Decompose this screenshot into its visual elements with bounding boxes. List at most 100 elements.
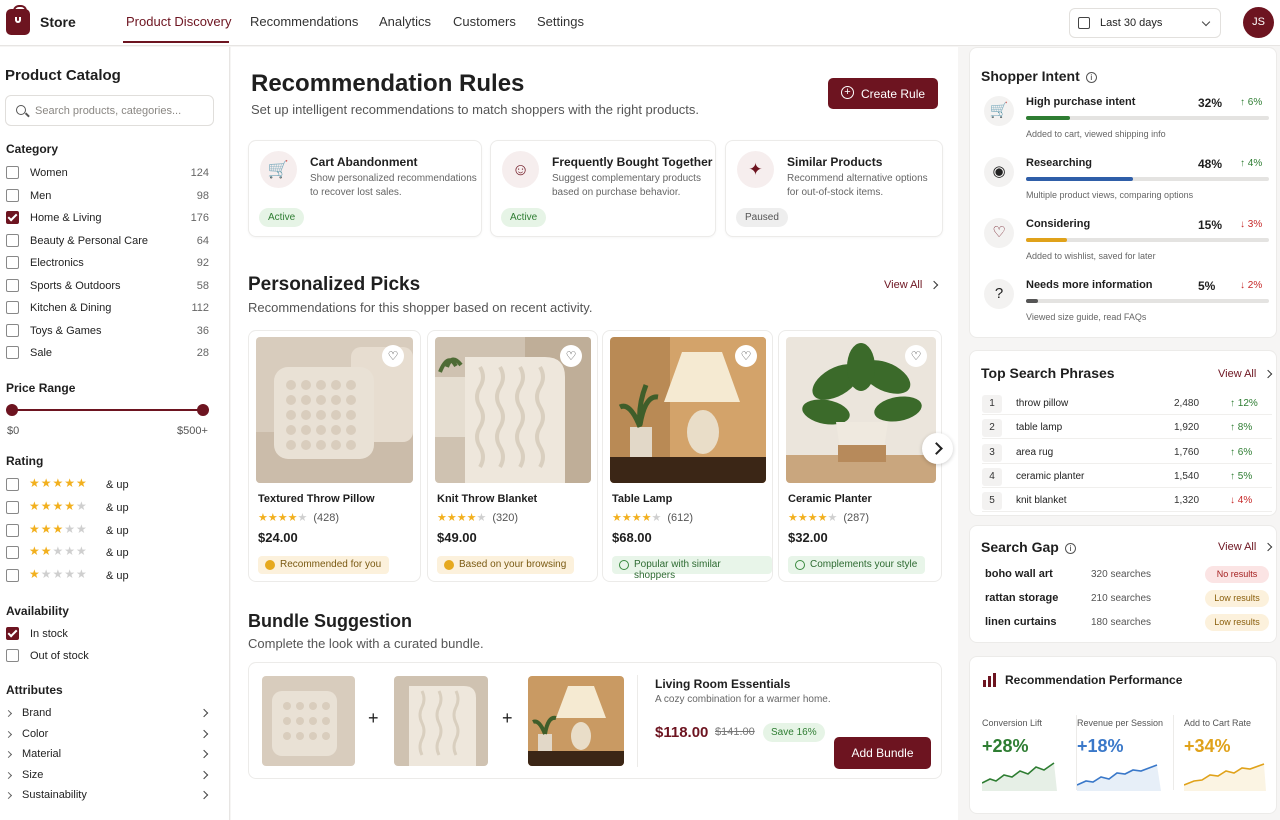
product-price: $68.00 xyxy=(612,530,652,545)
gap-query[interactable]: linen curtains xyxy=(985,616,1057,628)
bundle-item-blanket[interactable] xyxy=(394,676,488,766)
view-all-gaps-link[interactable]: View All xyxy=(1218,541,1271,553)
expand-icon xyxy=(4,750,13,759)
nav-product-discovery[interactable]: Product Discovery xyxy=(126,14,231,29)
rule-card-cart-abandonment[interactable]: 🛒 Cart Abandonment Show personalized rec… xyxy=(248,140,482,237)
wishlist-heart-icon[interactable]: ♡ xyxy=(905,345,927,367)
metric-label: Revenue per Session xyxy=(1077,718,1164,728)
search-phrase-row[interactable]: 1 throw pillow 2,480 ↑ 12% xyxy=(982,393,1272,415)
chevron-right-icon[interactable] xyxy=(199,749,209,759)
rating-checkbox-4[interactable] xyxy=(6,500,19,514)
attribute-color[interactable]: Color xyxy=(22,728,48,740)
category-checkbox-sports-outdoors[interactable] xyxy=(6,278,19,292)
expand-icon xyxy=(4,730,13,738)
info-icon[interactable]: i xyxy=(1064,543,1076,554)
attribute-material[interactable]: Material xyxy=(22,748,61,760)
price-slider-track[interactable] xyxy=(11,409,203,411)
intent-label: Needs more information xyxy=(1026,279,1153,291)
attribute-sustainability[interactable]: Sustainability xyxy=(22,789,87,801)
nav-customers[interactable]: Customers xyxy=(453,14,516,29)
category-checkbox-beauty-personal-care[interactable] xyxy=(6,233,19,247)
search-phrase-row[interactable]: 5 knit blanket 1,320 ↓ 4% xyxy=(982,490,1272,513)
category-checkbox-electronics[interactable] xyxy=(6,256,19,269)
search-phrase-row[interactable]: 4 ceramic planter 1,540 ↑ 5% xyxy=(982,466,1272,488)
view-all-searches-link[interactable]: View All xyxy=(1218,368,1271,380)
bundle-item-lamp[interactable] xyxy=(528,676,624,766)
category-checkbox-sale[interactable] xyxy=(6,346,19,359)
product-name[interactable]: Textured Throw Pillow xyxy=(258,493,375,505)
bundle-item-pillow[interactable] xyxy=(262,676,355,766)
rating-checkbox-1[interactable] xyxy=(6,569,19,583)
brand-name[interactable]: Store xyxy=(40,14,76,30)
bundle-divider xyxy=(637,675,638,767)
rating-checkbox-5[interactable] xyxy=(6,478,19,491)
product-card-table-lamp[interactable]: ♡ Table Lamp ★★★★★ (612) $68.00 Popular w… xyxy=(602,330,773,582)
product-name[interactable]: Knit Throw Blanket xyxy=(437,493,537,505)
product-card-ceramic-planter[interactable]: ♡ Ceramic Planter ★★★★★ (287) $32.00 Comp… xyxy=(778,330,942,582)
product-image-planter[interactable]: ♡ xyxy=(786,337,936,483)
product-image-lamp[interactable]: ♡ xyxy=(610,337,766,483)
wishlist-heart-icon[interactable]: ♡ xyxy=(560,345,582,367)
availability-checkbox-in-stock[interactable] xyxy=(6,627,19,640)
rating-suffix: & up xyxy=(106,501,129,514)
gap-query[interactable]: boho wall art xyxy=(985,568,1053,580)
recommendation-tag: Complements your style xyxy=(788,556,926,574)
category-label-toys-games: Toys & Games xyxy=(30,324,102,337)
availability-checkbox-out-of-stock[interactable] xyxy=(6,649,19,662)
product-card-throw-pillow[interactable]: ♡ Textured Throw Pillow ★★★★★ (428) $24.0… xyxy=(248,330,421,582)
wishlist-heart-icon[interactable]: ♡ xyxy=(735,345,757,367)
rule-card-frequently-bought-together[interactable]: ☺ Frequently Bought Together Suggest com… xyxy=(490,140,716,237)
rating-checkbox-3[interactable] xyxy=(6,523,19,537)
chevron-right-icon[interactable] xyxy=(199,790,209,800)
date-range-value: Last 30 days xyxy=(1100,17,1163,29)
view-all-picks-link[interactable]: View All xyxy=(884,279,937,291)
product-name[interactable]: Table Lamp xyxy=(612,493,672,505)
personalized-picks-subtitle: Recommendations for this shopper based o… xyxy=(248,300,593,315)
review-count: (612) xyxy=(667,512,694,524)
category-checkbox-men[interactable] xyxy=(6,188,19,202)
category-checkbox-home-living[interactable] xyxy=(6,211,19,224)
plus-icon: + xyxy=(502,708,513,728)
product-name[interactable]: Ceramic Planter xyxy=(788,493,872,505)
search-phrase-row[interactable]: 2 table lamp 1,920 ↑ 8% xyxy=(982,417,1272,440)
price-slider-max-handle[interactable] xyxy=(197,404,209,416)
intent-progress-fill xyxy=(1026,238,1068,242)
category-count: 112 xyxy=(191,302,209,314)
search-count: 1,760 xyxy=(1174,446,1200,458)
category-label-beauty-personal-care: Beauty & Personal Care xyxy=(30,234,149,247)
info-icon[interactable]: i xyxy=(1085,72,1097,83)
carousel-next-button[interactable] xyxy=(922,433,953,464)
intent-delta: ↑ 6% xyxy=(1240,97,1263,108)
create-rule-button[interactable]: + Create Rule xyxy=(828,78,938,109)
product-image-pillow[interactable]: ♡ xyxy=(256,337,413,483)
price-slider-min-handle[interactable] xyxy=(6,404,18,416)
chevron-right-icon[interactable] xyxy=(199,729,209,738)
attribute-brand[interactable]: Brand xyxy=(22,707,51,719)
product-image-blanket[interactable]: ♡ xyxy=(435,337,591,483)
category-label-kitchen-dining: Kitchen & Dining xyxy=(30,302,112,314)
category-checkbox-women[interactable] xyxy=(6,166,19,179)
add-bundle-button[interactable]: Add Bundle xyxy=(834,737,931,769)
avatar[interactable]: JS xyxy=(1243,7,1274,38)
store-logo[interactable] xyxy=(6,5,30,35)
wishlist-heart-icon[interactable]: ♡ xyxy=(382,345,404,367)
search-phrase-row[interactable]: 3 area rug 1,760 ↑ 6% xyxy=(982,442,1272,464)
chevron-right-icon[interactable] xyxy=(199,770,209,779)
nav-settings[interactable]: Settings xyxy=(537,14,584,29)
search-input[interactable]: Search products, categories... xyxy=(5,95,214,126)
category-checkbox-toys-games[interactable] xyxy=(6,323,19,337)
search-delta: ↑ 5% xyxy=(1230,470,1253,482)
eye-icon: ◉ xyxy=(984,157,1014,187)
nav-analytics[interactable]: Analytics xyxy=(379,14,431,29)
price-min-label: $0 xyxy=(7,425,20,437)
rule-card-similar-products[interactable]: ✦ Similar Products Recommend alternative… xyxy=(725,140,943,237)
product-card-knit-blanket[interactable]: ♡ Knit Throw Blanket ★★★★★ (320) $49.00 B… xyxy=(427,330,598,582)
category-checkbox-kitchen-dining[interactable] xyxy=(6,301,19,314)
gap-query[interactable]: rattan storage xyxy=(985,592,1058,604)
rating-checkbox-2[interactable] xyxy=(6,546,19,560)
intent-progress-fill xyxy=(1026,116,1070,120)
date-range-select[interactable]: Last 30 days xyxy=(1069,8,1221,38)
chevron-right-icon[interactable] xyxy=(199,708,209,718)
attribute-size[interactable]: Size xyxy=(22,769,43,781)
nav-recommendations[interactable]: Recommendations xyxy=(250,14,358,29)
